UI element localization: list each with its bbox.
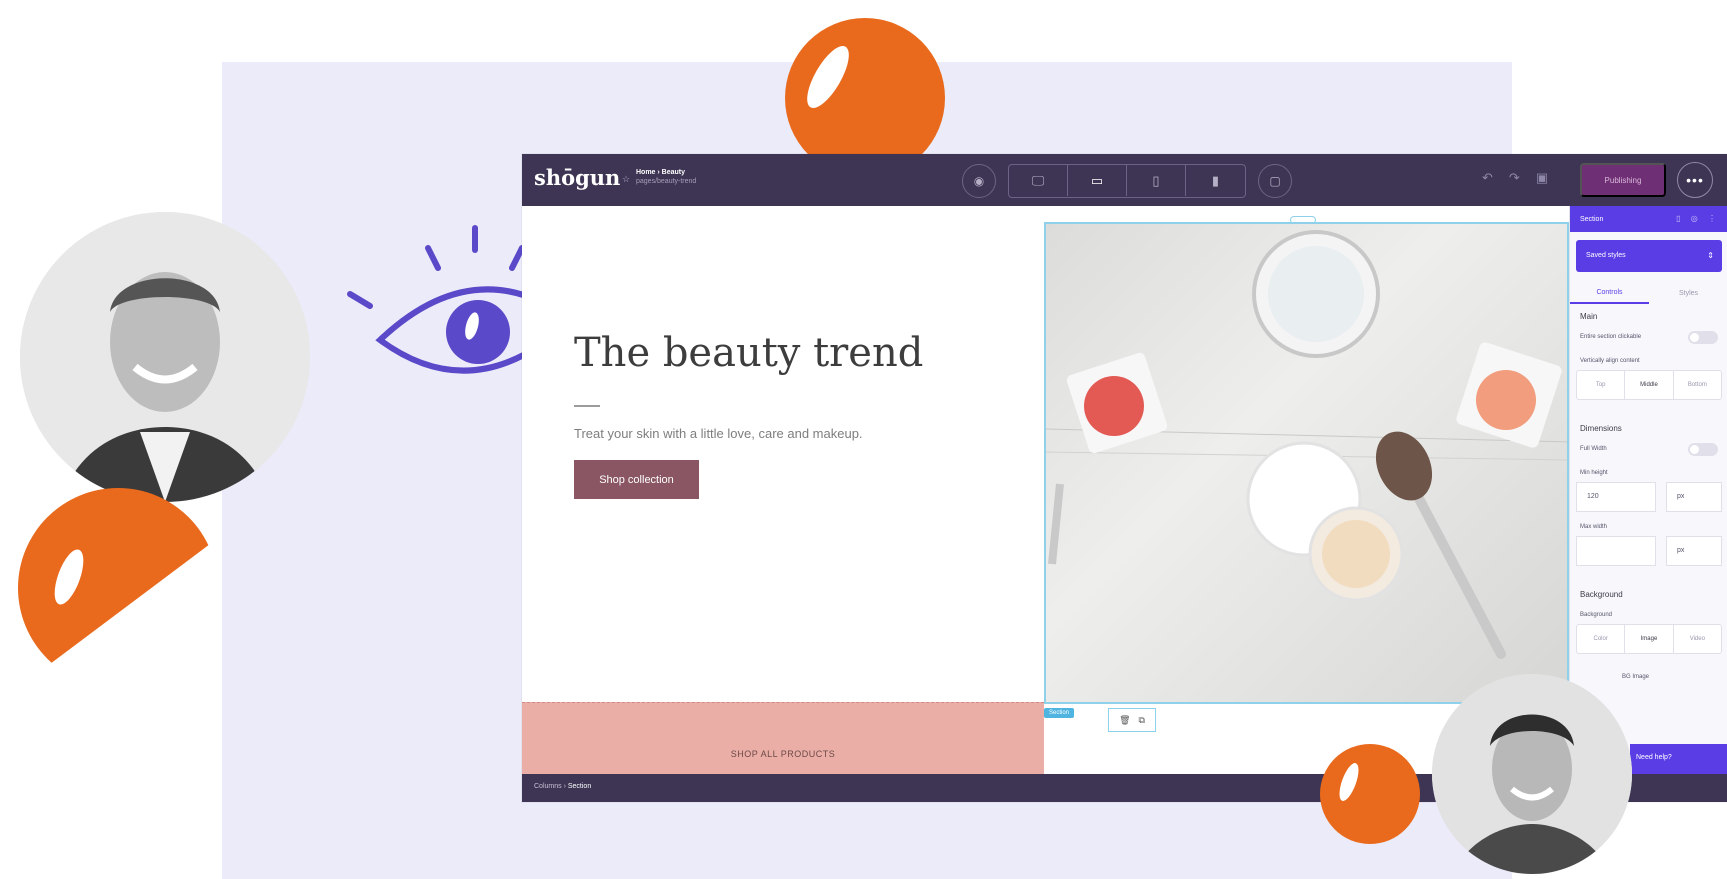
preview-eye-icon[interactable]: ◉ — [962, 164, 996, 198]
delete-icon[interactable]: 🗑 — [1119, 715, 1130, 726]
align-top-option[interactable]: Top — [1577, 371, 1626, 399]
mobile-icon[interactable]: ▮ — [1186, 165, 1245, 196]
bg-image-option[interactable]: Image — [1625, 625, 1674, 653]
more-options-button[interactable]: ••• — [1677, 162, 1713, 198]
editor-topbar: shōgun ☆ Home › Beauty pages/beauty-tren… — [522, 154, 1727, 206]
element-breadcrumb[interactable]: Columns › Section — [534, 783, 591, 790]
page-breadcrumb[interactable]: Home › Beauty pages/beauty-trend — [636, 169, 696, 185]
breadcrumb-current[interactable]: Section — [568, 783, 591, 790]
hero-subtitle[interactable]: Treat your skin with a little love, care… — [574, 426, 863, 441]
shogun-logo: shōgun — [534, 165, 621, 190]
tablet-icon[interactable]: ▯ — [1127, 165, 1186, 196]
bg-image-label: BG Image — [1622, 674, 1650, 680]
tab-styles[interactable]: Styles — [1649, 282, 1727, 304]
align-segmented: Top Middle Bottom — [1576, 370, 1722, 400]
chevron-updown-icon: ⇕ — [1707, 251, 1714, 260]
max-width-input[interactable] — [1576, 536, 1656, 566]
custom-size-icon[interactable]: ▢ — [1258, 164, 1292, 198]
saved-styles-select[interactable]: Saved styles ⇕ — [1576, 240, 1722, 272]
save-icon[interactable]: ▣ — [1536, 170, 1548, 186]
breadcrumb-root[interactable]: Columns — [534, 783, 562, 790]
undo-icon[interactable]: ↶ — [1482, 170, 1493, 186]
clickable-toggle[interactable] — [1688, 331, 1718, 344]
banner-text[interactable]: SHOP ALL PRODUCTS — [522, 749, 1044, 759]
page-url: pages/beauty-trend — [636, 178, 697, 185]
min-height-label: Min height — [1580, 470, 1608, 476]
need-help-button[interactable]: Need help? — [1630, 744, 1727, 774]
device-group: 🖵 ▭ ▯ ▮ — [1008, 164, 1246, 198]
background-label: Background — [1580, 612, 1613, 618]
panel-header: Section ▯ ◎ ⋮ — [1570, 206, 1727, 232]
hero-title[interactable]: The beauty trend — [574, 330, 923, 376]
min-height-input[interactable]: 120 — [1576, 482, 1656, 512]
background-title[interactable]: Background — [1580, 590, 1623, 599]
banner-border — [522, 702, 1044, 704]
desktop-xl-icon[interactable]: 🖵 — [1009, 165, 1068, 196]
selection-label[interactable]: Section — [1044, 708, 1075, 718]
max-width-unit-select[interactable]: px — [1666, 536, 1722, 566]
page-name: Home › Beauty — [636, 169, 686, 176]
full-width-label: Full Width — [1580, 446, 1607, 452]
avatar-man-right — [1432, 674, 1632, 874]
main-section-title[interactable]: Main — [1580, 312, 1597, 321]
dimensions-title[interactable]: Dimensions — [1580, 424, 1622, 433]
align-bottom-option[interactable]: Bottom — [1674, 371, 1721, 399]
properties-panel: Section ▯ ◎ ⋮ Saved styles ⇕ Controls St… — [1569, 206, 1727, 774]
clickable-label: Entire section clickable — [1580, 334, 1642, 340]
full-width-toggle[interactable] — [1688, 443, 1718, 456]
avatar-man-left — [20, 212, 310, 502]
star-icon[interactable]: ☆ — [622, 174, 630, 185]
align-middle-option[interactable]: Middle — [1625, 371, 1674, 399]
tab-controls[interactable]: Controls — [1570, 282, 1649, 304]
max-width-label: Max width — [1580, 524, 1608, 530]
shop-collection-button[interactable]: Shop collection — [574, 460, 699, 499]
desktop-icon[interactable]: ▭ — [1068, 165, 1127, 196]
publish-button[interactable]: Publishing — [1580, 163, 1666, 197]
bg-color-option[interactable]: Color — [1577, 625, 1626, 653]
orange-ball-small — [1320, 744, 1420, 844]
hero-product-image[interactable] — [1044, 222, 1569, 704]
footer-banner[interactable] — [522, 702, 1044, 774]
duplicate-icon[interactable]: ⧉ — [1139, 715, 1145, 726]
panel-title: Section — [1580, 216, 1604, 223]
device-switcher: ◉ 🖵 ▭ ▯ ▮ ▢ — [962, 164, 1292, 198]
background-type-segmented: Color Image Video — [1576, 624, 1722, 654]
panel-tabs: Controls Styles — [1570, 282, 1727, 304]
panel-actions-icon[interactable]: ▯ ◎ ⋮ — [1676, 214, 1720, 223]
orange-half-blob — [18, 488, 218, 688]
min-height-unit-select[interactable]: px — [1666, 482, 1722, 512]
redo-icon[interactable]: ↷ — [1509, 170, 1520, 186]
hero-divider — [574, 405, 600, 407]
canvas-left-column[interactable] — [522, 206, 1044, 702]
selection-toolbar: 🗑 ⧉ — [1108, 708, 1156, 732]
saved-styles-value: Saved styles — [1586, 252, 1626, 259]
history-tools: ↶ ↷ ▣ — [1482, 170, 1548, 186]
bg-video-option[interactable]: Video — [1674, 625, 1721, 653]
align-label: Vertically align content — [1580, 358, 1640, 364]
